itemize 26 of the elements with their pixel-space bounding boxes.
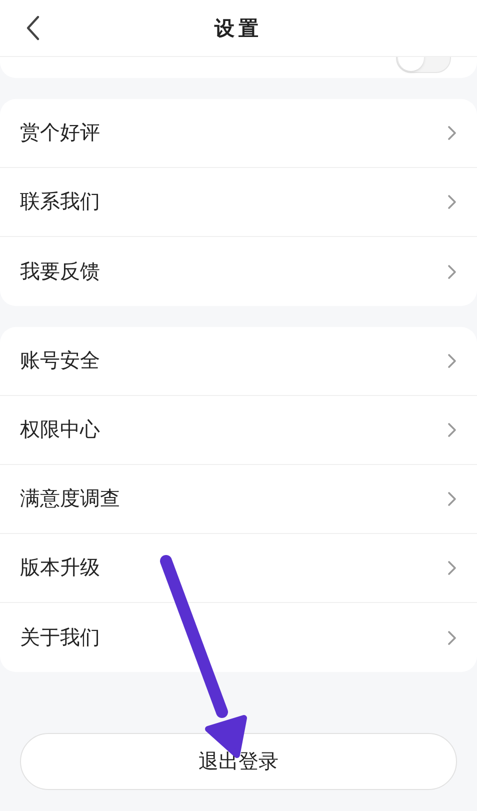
chevron-icon [447, 264, 457, 280]
settings-item[interactable]: 账号安全 [0, 327, 477, 396]
logout-button[interactable]: 退出登录 [20, 733, 457, 790]
chevron-icon [447, 422, 457, 438]
chevron-icon [447, 194, 457, 210]
item-label: 联系我们 [20, 190, 100, 215]
settings-item[interactable]: 赏个好评 [0, 99, 477, 168]
chevron-icon [447, 491, 457, 507]
item-label: 账号安全 [20, 349, 100, 374]
item-label: 版本升级 [20, 556, 100, 581]
settings-item[interactable]: 权限中心 [0, 396, 477, 465]
chevron-icon [447, 630, 457, 646]
item-label: 满意度调查 [20, 487, 120, 512]
item-label: 关于我们 [20, 626, 100, 650]
settings-item[interactable]: 满意度调查 [0, 465, 477, 534]
page-title: 设置 [214, 15, 262, 42]
item-label: 赏个好评 [20, 121, 100, 146]
settings-item[interactable]: 我要反馈 [0, 237, 477, 306]
settings-item[interactable]: 关于我们 [0, 603, 477, 672]
chevron-icon [447, 125, 457, 141]
chevron-icon [447, 353, 457, 369]
item-label: 我要反馈 [20, 260, 100, 284]
chevron-icon [447, 560, 457, 576]
item-label: 权限中心 [20, 418, 100, 443]
settings-item[interactable]: 版本升级 [0, 534, 477, 603]
settings-item[interactable]: 联系我们 [0, 168, 477, 237]
